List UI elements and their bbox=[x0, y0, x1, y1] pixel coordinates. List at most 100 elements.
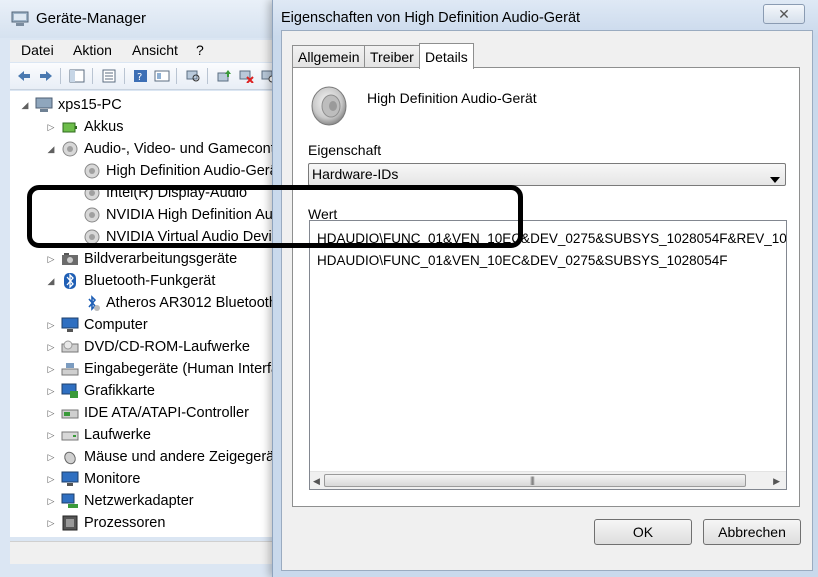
forward-arrow-icon[interactable] bbox=[37, 67, 55, 85]
tree-node-category[interactable]: ▷ IDE ATA/ATAPI-Controller bbox=[44, 402, 249, 424]
scroll-right-icon[interactable]: ▶ bbox=[773, 476, 780, 487]
list-item[interactable]: HDAUDIO\FUNC_01&VEN_10EC&DEV_0275&SUBSYS… bbox=[317, 253, 727, 268]
tree-node-category[interactable]: ▷ Netzwerkadapter bbox=[44, 490, 194, 512]
tree-node-category[interactable]: ▷ Prozessoren bbox=[44, 512, 166, 534]
tree-node-label: High Definition Audio-Gerät bbox=[106, 163, 282, 179]
tree-node-device[interactable]: Intel(R) Display-Audio bbox=[82, 182, 247, 204]
device-manager-titlebar[interactable]: Geräte-Manager bbox=[0, 0, 290, 38]
help-icon[interactable]: ? bbox=[132, 67, 150, 85]
view-icon[interactable] bbox=[153, 67, 171, 85]
mouse-icon bbox=[60, 448, 80, 466]
collapse-arrow-icon[interactable]: ◢ bbox=[44, 276, 58, 287]
details-panel: High Definition Audio-Gerät Eigenschaft … bbox=[292, 67, 800, 507]
speaker-icon bbox=[82, 162, 102, 180]
device-manager-title: Geräte-Manager bbox=[36, 10, 147, 27]
tree-node-device[interactable]: High Definition Audio-Gerät bbox=[82, 160, 282, 182]
console-tree-icon[interactable] bbox=[68, 67, 86, 85]
bluetooth-icon bbox=[60, 272, 80, 290]
menu-help[interactable]: ? bbox=[196, 42, 204, 58]
menu-datei[interactable]: Datei bbox=[21, 42, 54, 58]
dialog-title: Eigenschaften von High Definition Audio-… bbox=[281, 10, 581, 26]
tree-node-category[interactable]: ▷ DVD/CD-ROM-Laufwerke bbox=[44, 336, 250, 358]
tree-node-category[interactable]: ▷ Laufwerke bbox=[44, 424, 151, 446]
tree-node-label: Netzwerkadapter bbox=[84, 493, 194, 509]
collapse-arrow-icon[interactable]: ◢ bbox=[44, 144, 58, 155]
dialog-client-area: Allgemein Treiber Details High Definitio… bbox=[281, 30, 813, 571]
tree-node-category[interactable]: ◢ Audio-, Video- und Gamecontroller bbox=[44, 138, 290, 160]
tree-node-device[interactable]: NVIDIA Virtual Audio Device bbox=[82, 226, 287, 248]
monitor-icon bbox=[60, 470, 80, 488]
bluetooth-icon bbox=[82, 294, 102, 312]
tree-node-label: Akkus bbox=[84, 119, 124, 135]
expand-arrow-icon[interactable]: ▷ bbox=[44, 518, 58, 529]
tree-node-device[interactable]: Atheros AR3012 Bluetooth bbox=[82, 292, 277, 314]
back-arrow-icon[interactable] bbox=[15, 67, 33, 85]
speaker-icon bbox=[60, 140, 80, 158]
tree-node-label: NVIDIA Virtual Audio Device bbox=[106, 229, 288, 245]
update-driver-icon[interactable] bbox=[215, 67, 233, 85]
properties-icon[interactable] bbox=[100, 67, 118, 85]
uninstall-icon[interactable] bbox=[237, 67, 255, 85]
value-list[interactable]: HDAUDIO\FUNC_01&VEN_10EC&DEV_0275&SUBSYS… bbox=[309, 220, 787, 490]
tree-node-category[interactable]: ▷ Monitore bbox=[44, 468, 141, 490]
tree-node-category[interactable]: ▷ Mäuse und andere Zeigegeräte bbox=[44, 446, 287, 468]
tab-details[interactable]: Details bbox=[419, 43, 474, 69]
tree-node-label: Audio-, Video- und Gamecontroller bbox=[84, 141, 290, 157]
tree-node-label: Laufwerke bbox=[84, 427, 151, 443]
chevron-down-icon[interactable] bbox=[770, 170, 780, 186]
expand-arrow-icon[interactable]: ▷ bbox=[44, 364, 58, 375]
tab-allgemein[interactable]: Allgemein bbox=[292, 45, 366, 68]
speaker-icon bbox=[307, 84, 351, 131]
keyboard-icon bbox=[60, 360, 80, 378]
tree-node-category[interactable]: ◢ Bluetooth-Funkgerät bbox=[44, 270, 215, 292]
scrollbar-thumb[interactable]: ||| bbox=[324, 474, 746, 487]
camera-icon bbox=[60, 250, 80, 268]
tree-node-label: Intel(R) Display-Audio bbox=[106, 185, 248, 201]
disc-drive-icon bbox=[60, 338, 80, 356]
device-name: High Definition Audio-Gerät bbox=[367, 90, 537, 106]
tree-node-root[interactable]: ◢ xps15-PC bbox=[18, 94, 122, 116]
menu-aktion[interactable]: Aktion bbox=[73, 42, 112, 58]
scan-hardware-icon[interactable] bbox=[184, 67, 202, 85]
horizontal-scrollbar[interactable]: ◀ ||| ▶ bbox=[310, 471, 786, 489]
tree-node-label: Mäuse und andere Zeigegeräte bbox=[84, 449, 287, 465]
collapse-arrow-icon[interactable]: ◢ bbox=[18, 100, 32, 111]
scroll-left-icon[interactable]: ◀ bbox=[313, 476, 320, 487]
expand-arrow-icon[interactable]: ▷ bbox=[44, 342, 58, 353]
tree-node-label: Grafikkarte bbox=[84, 383, 155, 399]
tree-node-label: xps15-PC bbox=[58, 97, 122, 113]
device-tree: ◢ xps15-PC ▷ Akkus ◢ Audio-, Video- und … bbox=[10, 91, 290, 537]
tab-treiber[interactable]: Treiber bbox=[364, 45, 420, 68]
list-item[interactable]: HDAUDIO\FUNC_01&VEN_10EC&DEV_0275&SUBSYS… bbox=[317, 231, 786, 246]
tree-node-category[interactable]: ▷ Akkus bbox=[44, 116, 124, 138]
tree-node-label: Prozessoren bbox=[84, 515, 166, 531]
expand-arrow-icon[interactable]: ▷ bbox=[44, 386, 58, 397]
menu-ansicht[interactable]: Ansicht bbox=[132, 42, 178, 58]
tree-node-label: Atheros AR3012 Bluetooth bbox=[106, 295, 277, 311]
expand-arrow-icon[interactable]: ▷ bbox=[44, 254, 58, 265]
expand-arrow-icon[interactable]: ▷ bbox=[44, 474, 58, 485]
display-adapter-icon bbox=[60, 382, 80, 400]
tree-node-device[interactable]: NVIDIA High Definition Audio bbox=[82, 204, 290, 226]
expand-arrow-icon[interactable]: ▷ bbox=[44, 452, 58, 463]
tree-node-category[interactable]: ▷ Computer bbox=[44, 314, 148, 336]
property-dropdown[interactable]: Hardware-IDs bbox=[308, 163, 786, 186]
expand-arrow-icon[interactable]: ▷ bbox=[44, 122, 58, 133]
cancel-button[interactable]: Abbrechen bbox=[703, 519, 801, 545]
device-manager-icon bbox=[10, 9, 30, 32]
tree-node-category[interactable]: ▷ Grafikkarte bbox=[44, 380, 155, 402]
close-button[interactable]: ✕ bbox=[763, 4, 805, 24]
properties-dialog: Eigenschaften von High Definition Audio-… bbox=[272, 0, 818, 577]
ok-button[interactable]: OK bbox=[594, 519, 692, 545]
tree-node-label: Bluetooth-Funkgerät bbox=[84, 273, 216, 289]
expand-arrow-icon[interactable]: ▷ bbox=[44, 320, 58, 331]
expand-arrow-icon[interactable]: ▷ bbox=[44, 408, 58, 419]
expand-arrow-icon[interactable]: ▷ bbox=[44, 496, 58, 507]
svg-text:?: ? bbox=[137, 72, 142, 83]
tree-node-category[interactable]: ▷ Eingabegeräte (Human Interface Devices… bbox=[44, 358, 290, 380]
tree-node-category[interactable]: ▷ Bildverarbeitungsgeräte bbox=[44, 248, 238, 270]
expand-arrow-icon[interactable]: ▷ bbox=[44, 430, 58, 441]
tree-node-label: DVD/CD-ROM-Laufwerke bbox=[84, 339, 250, 355]
menu-bar: Datei Aktion Ansicht ? bbox=[10, 40, 290, 62]
tree-node-label: Monitore bbox=[84, 471, 141, 487]
